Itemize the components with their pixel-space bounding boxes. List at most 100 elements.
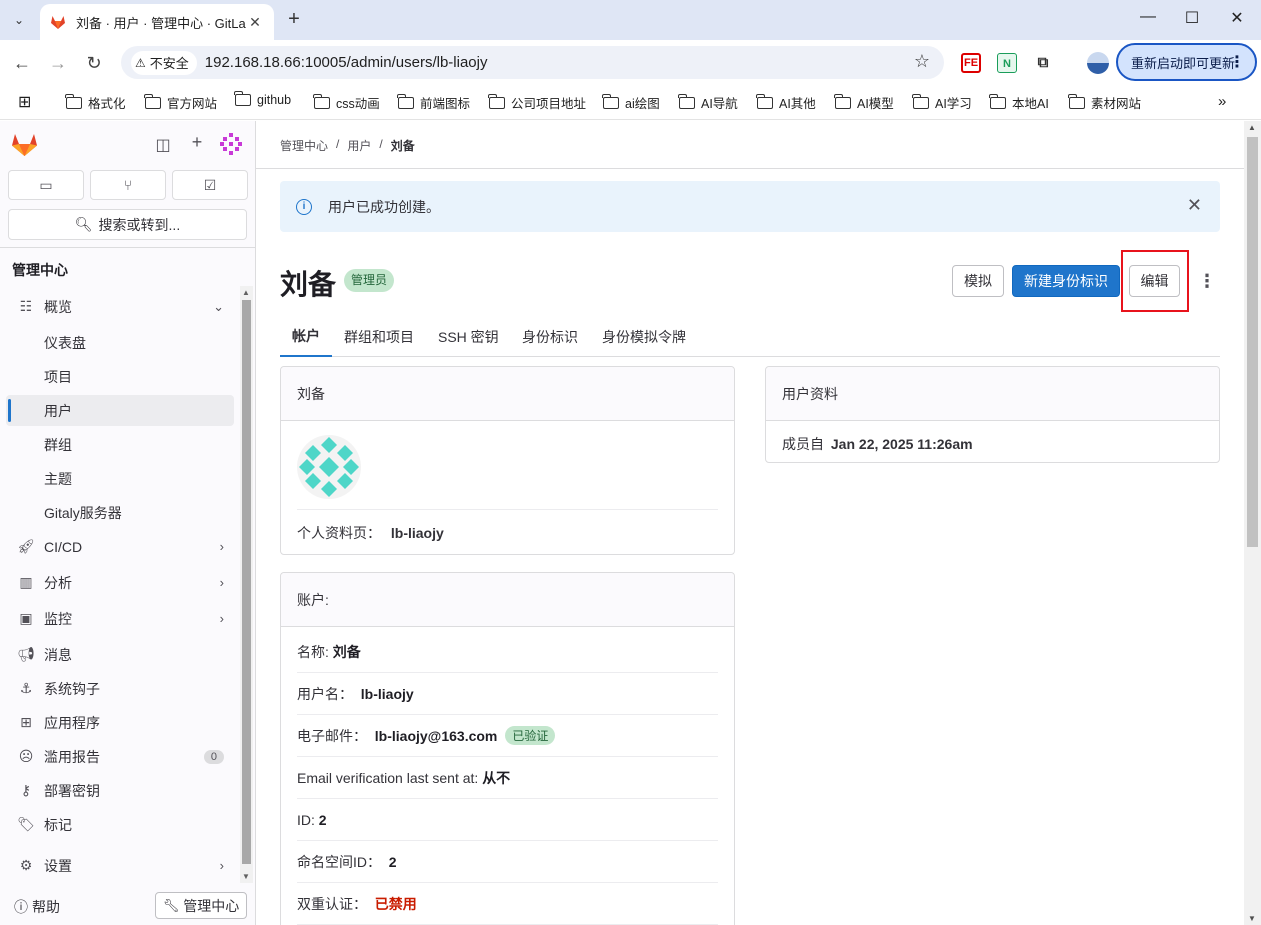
scroll-up-icon[interactable]: ▲ — [1248, 123, 1256, 132]
sidebar-item-gitaly[interactable]: Gitaly服务器 — [6, 497, 234, 528]
apps-grid-icon[interactable]: ⊞ — [18, 92, 31, 112]
bookmark-folder[interactable]: ai绘图 — [602, 93, 660, 112]
card-header: 用户资料 — [766, 367, 1219, 421]
back-icon[interactable]: ← — [9, 50, 35, 76]
bookmark-label: AI模型 — [857, 97, 894, 111]
scrollbar-thumb[interactable] — [242, 300, 251, 864]
security-chip[interactable]: ⚠ 不安全 — [131, 50, 197, 75]
reload-icon[interactable]: ↻ — [81, 50, 107, 76]
user-avatar[interactable] — [219, 132, 243, 156]
n-extension-icon[interactable]: N — [997, 53, 1017, 73]
email-link[interactable]: lb-liaojy@163.com — [375, 728, 498, 744]
extensions-puzzle-icon[interactable]: ⧉ — [1033, 53, 1053, 73]
issues-icon[interactable]: ▭ — [8, 170, 84, 200]
tab-identities[interactable]: 身份标识 — [510, 317, 590, 357]
insecure-label: 不安全 — [149, 56, 189, 71]
bookmark-folder[interactable]: AI其他 — [756, 93, 816, 112]
tab-impersonation-tokens[interactable]: 身份模拟令牌 — [590, 317, 698, 357]
tab-close-icon[interactable]: ✕ — [246, 14, 264, 31]
sidebar-item-analytics[interactable]: ▥ 分析 › — [6, 567, 234, 598]
sidebar-item-settings[interactable]: ⚙ 设置 › — [6, 850, 234, 881]
bookmark-folder[interactable]: github — [234, 91, 291, 107]
todo-icon[interactable]: ☑ — [172, 170, 248, 200]
scroll-down-icon[interactable]: ▼ — [242, 872, 250, 881]
sidebar-item-applications[interactable]: ⊞ 应用程序 — [6, 707, 234, 738]
scroll-down-icon[interactable]: ▼ — [1248, 914, 1256, 923]
sidebar-item-users[interactable]: 用户 — [6, 395, 234, 426]
gitlab-logo-icon[interactable] — [11, 131, 38, 157]
bookmark-folder[interactable]: AI学习 — [912, 93, 972, 112]
folder-icon — [989, 93, 1006, 109]
fe-extension-icon[interactable]: FE — [961, 53, 981, 73]
browser-tab[interactable]: 刘备 · 用户 · 管理中心 · GitLab ✕ — [40, 4, 274, 40]
breadcrumb-link[interactable]: 管理中心 — [280, 137, 328, 154]
sidebar-item-dashboard[interactable]: 仪表盘 — [6, 327, 234, 358]
row-label: 双重认证： — [297, 895, 367, 912]
profile-page-link[interactable]: lb-liaojy — [391, 525, 444, 541]
help-button[interactable]: ⓘ 帮助 — [14, 897, 60, 917]
sidebar-scrollbar[interactable]: ▲ ▼ — [240, 286, 253, 883]
scrollbar-thumb[interactable] — [1247, 137, 1258, 547]
bookmark-folder[interactable]: 官方网站 — [144, 93, 217, 112]
bookmark-folder[interactable]: AI导航 — [678, 93, 738, 112]
user-identicon-avatar — [297, 435, 361, 499]
sidebar-item-topics[interactable]: 主题 — [6, 463, 234, 494]
chevron-right-icon: › — [219, 611, 224, 626]
more-actions-icon[interactable]: ⋮ — [1198, 271, 1216, 292]
tab-account[interactable]: 帐户 — [280, 317, 332, 357]
profile-avatar-icon[interactable] — [1087, 52, 1109, 74]
scroll-up-icon[interactable]: ▲ — [242, 288, 250, 297]
collapse-sidebar-icon[interactable]: ◫ — [153, 135, 173, 155]
new-identity-button[interactable]: 新建身份标识 — [1012, 265, 1120, 297]
sidebar-item-abuse-reports[interactable]: ☹ 滥用报告 0 — [6, 741, 234, 772]
breadcrumb-link[interactable]: 用户 — [347, 137, 371, 154]
sidebar-item-messages[interactable]: 📢︎ 消息 — [6, 639, 234, 670]
address-bar[interactable]: ⚠ 不安全 192.168.18.66:10005/admin/users/lb… — [121, 46, 944, 79]
tab-search-dropdown-icon[interactable]: ⌄ — [6, 7, 32, 33]
sidebar-item-label: 部署密钥 — [44, 782, 100, 799]
sidebar-item-deploy-keys[interactable]: ⚷ 部署密钥 — [6, 775, 234, 806]
sidebar-item-label: Gitaly服务器 — [44, 504, 122, 521]
minimize-icon[interactable]: — — [1136, 8, 1160, 26]
sidebar-item-labels[interactable]: 🏷︎ 标记 — [6, 809, 234, 840]
sidebar-item-overview[interactable]: ☷ 概览 ⌄ — [6, 291, 234, 322]
sidebar-item-label: 分析 — [44, 574, 72, 591]
tab-ssh-keys[interactable]: SSH 密钥 — [426, 317, 511, 357]
folder-icon — [397, 93, 414, 109]
sidebar-item-system-hooks[interactable]: ⚓︎ 系统钩子 — [6, 673, 234, 704]
new-tab-icon[interactable]: + — [282, 8, 306, 32]
window-close-icon[interactable]: ✕ — [1225, 8, 1249, 28]
search-label: 搜索或转到... — [98, 216, 181, 233]
bookmark-folder[interactable]: 公司项目地址 — [488, 93, 586, 112]
breadcrumb-current[interactable]: 刘备 — [391, 137, 415, 154]
bookmark-star-icon[interactable]: ☆ — [914, 51, 930, 72]
bookmark-folder[interactable]: 素材网站 — [1068, 93, 1141, 112]
url-text[interactable]: 192.168.18.66:10005/admin/users/lb-liaoj… — [205, 54, 488, 71]
bookmark-folder[interactable]: AI模型 — [834, 93, 894, 112]
rocket-icon: 🚀︎ — [17, 538, 35, 554]
bookmark-folder[interactable]: css动画 — [313, 93, 380, 112]
bookmark-folder[interactable]: 本地AI — [989, 93, 1049, 112]
create-new-icon[interactable]: + — [187, 132, 207, 153]
admin-area-button[interactable]: 🔧︎ 管理中心 — [155, 892, 247, 919]
maximize-icon[interactable]: ☐ — [1180, 8, 1204, 28]
sidebar-item-cicd[interactable]: 🚀︎ CI/CD › — [6, 531, 234, 562]
card-header: 账户: — [281, 573, 734, 627]
bookmark-folder[interactable]: 格式化 — [65, 93, 126, 112]
bookmark-folder[interactable]: 前端图标 — [397, 93, 470, 112]
sidebar-item-groups[interactable]: 群组 — [6, 429, 234, 460]
search-button[interactable]: 🔍︎ 搜索或转到... — [8, 209, 247, 240]
merge-requests-icon[interactable]: ⑂ — [90, 170, 166, 200]
more-bookmarks-icon[interactable]: » — [1218, 93, 1226, 110]
restart-to-update-button[interactable]: 重新启动即可更新 ⋮ — [1116, 43, 1257, 81]
impersonate-button[interactable]: 模拟 — [952, 265, 1004, 297]
tab-groups-projects[interactable]: 群组和项目 — [332, 317, 426, 357]
close-icon[interactable]: ✕ — [1187, 195, 1202, 216]
page-scrollbar[interactable]: ▲ ▼ — [1244, 121, 1261, 925]
admin-label: 管理中心 — [183, 897, 240, 914]
forward-icon[interactable]: → — [45, 50, 71, 76]
browser-menu-icon[interactable]: ⋮ — [1229, 52, 1245, 72]
sidebar-item-monitoring[interactable]: ▣ 监控 › — [6, 603, 234, 634]
profile-page-row: 个人资料页： lb-liaojy — [297, 523, 444, 543]
sidebar-item-projects[interactable]: 项目 — [6, 361, 234, 392]
